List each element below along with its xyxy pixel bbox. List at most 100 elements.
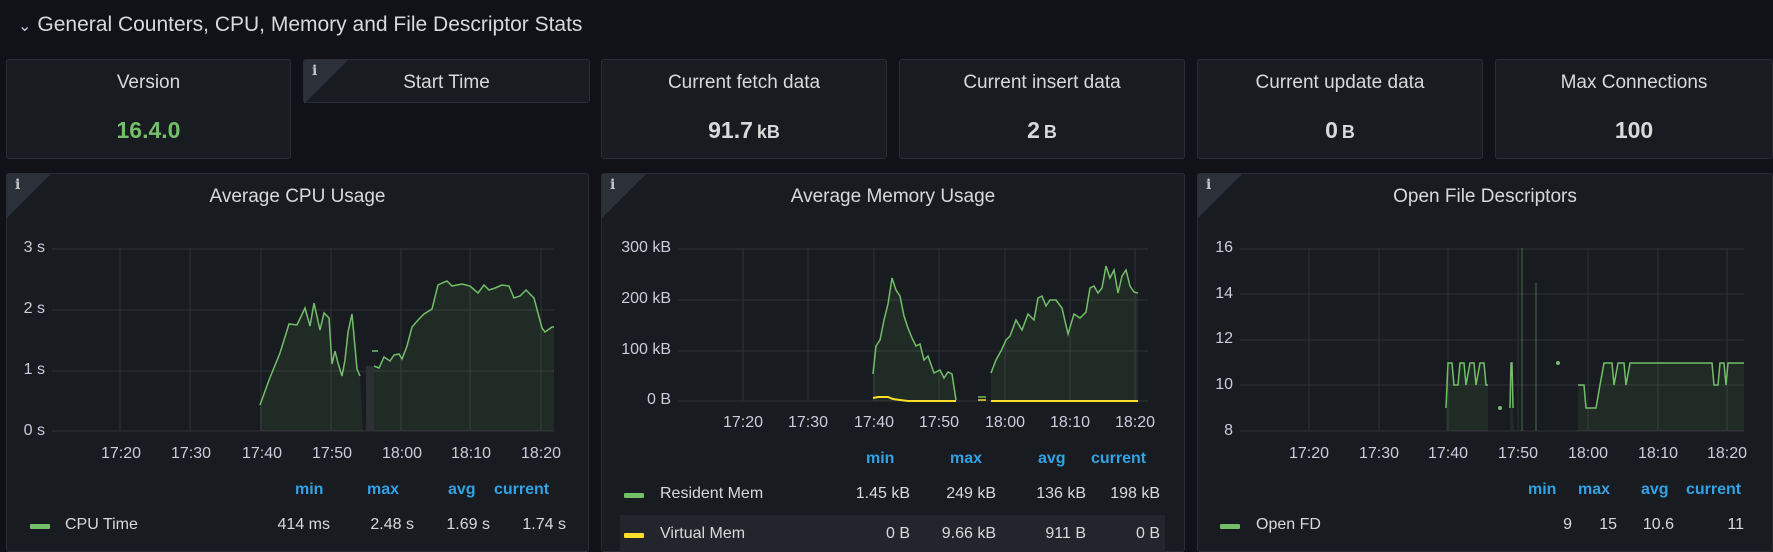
x-tick: 17:20 <box>100 445 142 462</box>
legend-swatch[interactable] <box>624 533 644 538</box>
panel-title: Average Memory Usage <box>790 186 996 207</box>
legend-swatch[interactable] <box>30 524 50 529</box>
legend-header-min[interactable]: min <box>295 481 323 499</box>
x-tick: 18:10 <box>1637 445 1679 462</box>
panel-title: Current update data <box>1255 72 1425 93</box>
resident-area <box>873 278 956 401</box>
panel-title: Version <box>116 72 181 93</box>
legend-current: 11 <box>1727 516 1744 533</box>
x-tick: 17:40 <box>241 445 283 462</box>
x-tick: 17:50 <box>311 445 353 462</box>
legend-header-current[interactable]: current <box>1686 481 1741 499</box>
x-tick: 18:10 <box>1049 414 1091 431</box>
legend-swatch[interactable] <box>624 493 644 498</box>
y-tick: 3 s <box>23 239 45 256</box>
y-tick: 1 s <box>23 361 45 378</box>
y-tick: 100 kB <box>621 341 671 358</box>
y-tick: 16 <box>1215 239 1233 256</box>
memory-plot[interactable] <box>678 248 1148 402</box>
x-tick: 18:00 <box>381 445 423 462</box>
panel-title: Max Connections <box>1560 72 1708 93</box>
chevron-down-icon[interactable]: ⌄ <box>18 16 31 36</box>
insert-value: 2B <box>1027 117 1057 143</box>
y-tick: 200 kB <box>621 290 671 307</box>
x-tick: 17:30 <box>170 445 212 462</box>
legend-max: 9.66 kB <box>941 525 996 542</box>
x-tick: 18:20 <box>520 445 562 462</box>
panel-title: Current insert data <box>963 72 1121 93</box>
fetch-value: 91.7 kB <box>708 117 780 143</box>
legend-header-avg[interactable]: avg <box>448 481 476 499</box>
legend-max: 2.48 s <box>370 516 414 533</box>
legend-series-name[interactable]: Virtual Mem <box>660 525 745 543</box>
legend-min: 414 ms <box>277 516 330 533</box>
x-tick: 17:40 <box>853 414 895 431</box>
legend-current: 1.74 s <box>522 516 566 533</box>
legend-header-avg[interactable]: avg <box>1641 481 1669 499</box>
y-tick: 12 <box>1215 330 1233 347</box>
x-tick: 17:20 <box>722 414 764 431</box>
update-panel[interactable]: Current update data 0B <box>1197 59 1483 159</box>
legend-series-name[interactable]: Open FD <box>1256 516 1321 534</box>
fd-point <box>1498 406 1502 410</box>
legend-avg: 1.69 s <box>446 516 490 533</box>
legend-swatch[interactable] <box>1220 524 1240 529</box>
x-tick: 17:40 <box>1427 445 1469 462</box>
version-panel[interactable]: Version 16.4.0 <box>6 59 291 159</box>
legend-header-min[interactable]: min <box>866 450 894 468</box>
insert-panel[interactable]: Current insert data 2B <box>899 59 1185 159</box>
cpu-plot[interactable] <box>52 248 554 432</box>
x-tick: 17:50 <box>1497 445 1539 462</box>
fd-point-2 <box>1556 361 1560 365</box>
y-tick: 14 <box>1215 285 1233 302</box>
x-tick: 18:00 <box>1567 445 1609 462</box>
start-time-panel[interactable]: i Start Time <box>303 59 590 104</box>
legend-header-max[interactable]: max <box>1578 481 1610 499</box>
legend-current: 0 B <box>1135 525 1160 542</box>
y-tick: 0 s <box>23 422 45 439</box>
update-value: 0B <box>1325 117 1355 143</box>
x-tick: 18:20 <box>1706 445 1748 462</box>
legend-header-max[interactable]: max <box>367 481 399 499</box>
panel-title: Start Time <box>403 72 490 93</box>
x-tick: 18:00 <box>984 414 1026 431</box>
legend-header-min[interactable]: min <box>1528 481 1556 499</box>
x-tick: 18:10 <box>450 445 492 462</box>
legend-avg: 136 kB <box>1036 485 1086 502</box>
legend-header-max[interactable]: max <box>950 450 982 468</box>
x-tick: 17:50 <box>918 414 960 431</box>
panel-title: Average CPU Usage <box>209 186 386 207</box>
legend-header-current[interactable]: current <box>1091 450 1146 468</box>
cpu-gap-shade <box>366 366 374 431</box>
version-value: 16.4.0 <box>116 117 181 143</box>
fetch-panel[interactable]: Current fetch data 91.7 kB <box>601 59 887 159</box>
legend-max: 15 <box>1599 516 1617 533</box>
x-tick: 17:30 <box>1358 445 1400 462</box>
y-tick: 10 <box>1215 376 1233 393</box>
legend-min: 1.45 kB <box>855 485 910 502</box>
resident-area-2 <box>991 266 1138 401</box>
legend-header-avg[interactable]: avg <box>1038 450 1066 468</box>
row-header[interactable]: ⌄ General Counters, CPU, Memory and File… <box>18 8 582 42</box>
legend-series-name[interactable]: Resident Mem <box>660 485 763 503</box>
legend-min: 9 <box>1563 516 1572 533</box>
legend-max: 249 kB <box>946 485 996 502</box>
panel-title: Current fetch data <box>667 72 821 93</box>
y-tick: 300 kB <box>621 239 671 256</box>
legend-avg: 911 B <box>1045 525 1086 542</box>
y-tick: 2 s <box>23 300 45 317</box>
y-tick: 8 <box>1224 422 1233 439</box>
legend-min: 0 B <box>885 525 910 542</box>
max-connections-value: 100 <box>1614 117 1654 143</box>
row-title: General Counters, CPU, Memory and File D… <box>37 13 583 36</box>
legend-series-name[interactable]: CPU Time <box>65 516 138 534</box>
panel-title: Open File Descriptors <box>1393 186 1577 207</box>
max-connections-panel[interactable]: Max Connections 100 <box>1495 59 1773 159</box>
cpu-series-area <box>260 303 363 431</box>
legend-current: 198 kB <box>1110 485 1160 502</box>
x-tick: 17:30 <box>787 414 829 431</box>
legend-header-current[interactable]: current <box>494 481 549 499</box>
fd-plot[interactable] <box>1240 248 1744 432</box>
y-tick: 0 B <box>646 391 671 408</box>
x-tick: 18:20 <box>1114 414 1156 431</box>
